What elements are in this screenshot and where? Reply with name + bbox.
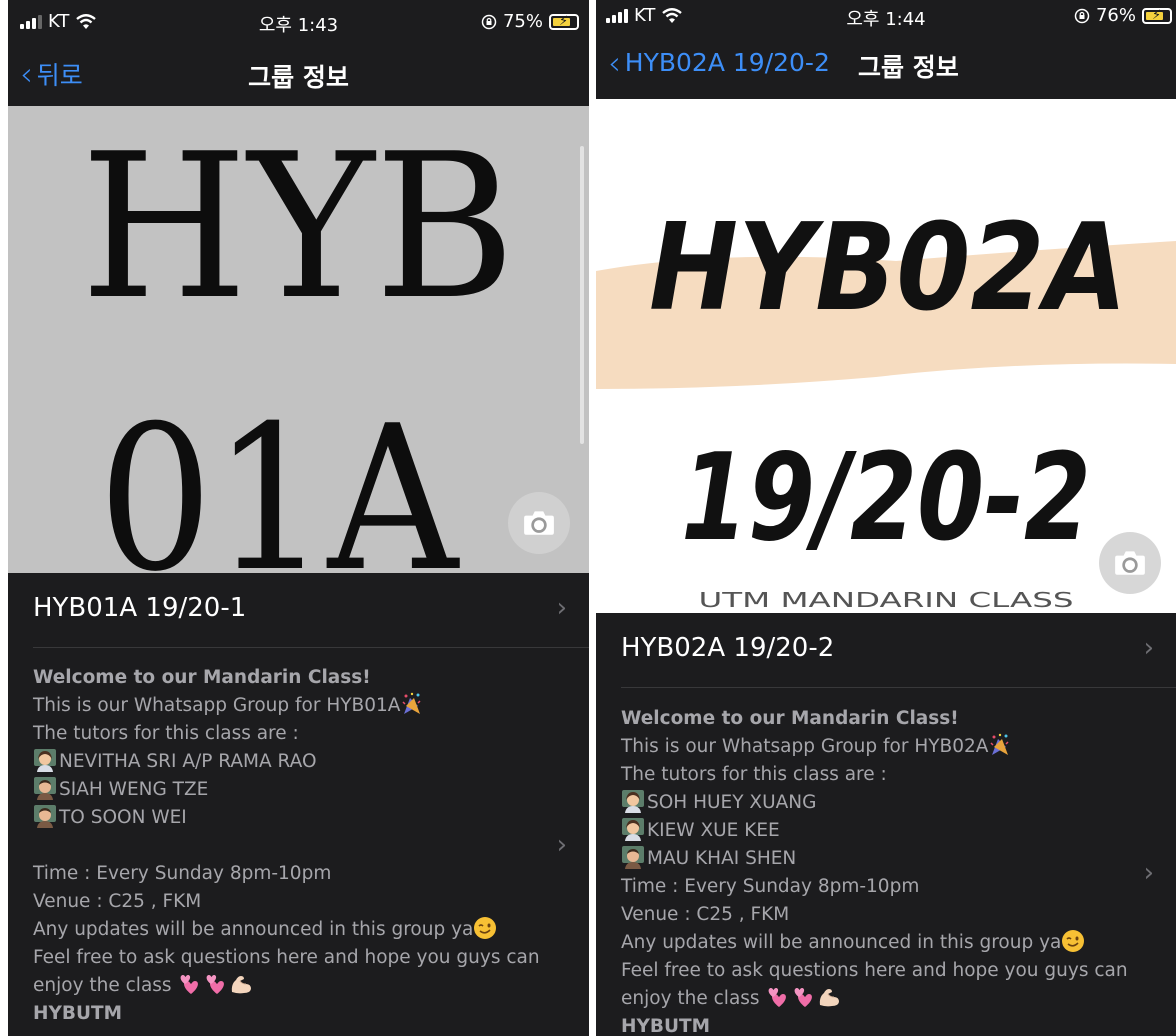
battery-icon: ⚡ (549, 13, 579, 30)
female-teacher-icon (621, 817, 645, 841)
camera-icon (1113, 549, 1147, 577)
two-hearts-icon (791, 985, 815, 1009)
group-photo[interactable]: HYB02A 19/20-2 UTM MANDARIN CLASS (596, 99, 1176, 613)
scrollbar[interactable] (580, 146, 584, 444)
tutor-line: SIAH WENG TZE (33, 776, 581, 804)
description-line: Venue : C25 , FKM (33, 891, 202, 912)
battery-percent: 75% (502, 11, 543, 32)
description-signature: HYBUTM (33, 1003, 123, 1024)
female-teacher-icon (621, 789, 645, 813)
group-photo-image: HYB 01A (81, 111, 516, 573)
group-description[interactable]: Welcome to our Mandarin Class! This is o… (33, 664, 581, 1028)
tutor-line: MAU KHAI SHEN (621, 845, 1168, 873)
description-line: Time : Every Sunday 8pm-10pm (33, 863, 332, 884)
confetti-icon (400, 692, 424, 716)
tutor-line: TO SOON WEI (33, 804, 581, 832)
winking-face-icon (473, 916, 497, 940)
battery-percent: 76% (1095, 5, 1136, 26)
photo-text-line1: HYB (81, 111, 516, 344)
male-teacher-icon (33, 804, 57, 828)
photo-text-line3: UTM MANDARIN CLASS (699, 588, 1074, 612)
description-chevron-right-icon: › (1143, 858, 1154, 888)
left-phone-screen: KT 오후 1:43 75% ⚡ ‹ 뒤로 그룹 정보 HYB 01A HYB0… (8, 0, 589, 1036)
camera-button[interactable] (1099, 532, 1161, 594)
divider (33, 647, 589, 648)
page-title: 그룹 정보 (858, 53, 959, 82)
back-label: HYB02A 19/20-2 (624, 48, 830, 77)
battery-icon: ⚡ (1142, 7, 1172, 24)
winking-face-icon (1061, 929, 1085, 953)
female-teacher-icon (33, 748, 57, 772)
status-bar: KT 오후 1:43 75% ⚡ (8, 0, 589, 44)
group-photo-image: HYB02A 19/20-2 UTM MANDARIN CLASS (596, 199, 1176, 612)
male-teacher-icon (33, 776, 57, 800)
flexed-biceps-icon (817, 985, 841, 1009)
two-hearts-icon (203, 972, 227, 996)
description-line: Feel free to ask questions here and hope… (621, 960, 1128, 981)
divider (621, 687, 1176, 688)
photo-text-line2: 19/20-2 (681, 429, 1091, 568)
tutor-line: SOH HUEY XUANG (621, 789, 1168, 817)
group-name: HYB02A 19/20-2 (621, 633, 835, 663)
chevron-right-icon: › (1143, 633, 1154, 663)
page-title: 그룹 정보 (248, 63, 349, 92)
description-heading: Welcome to our Mandarin Class! (33, 667, 371, 688)
orientation-lock-icon (1074, 8, 1090, 23)
male-teacher-icon (621, 845, 645, 869)
battery: 76% ⚡ (1074, 5, 1172, 26)
tutor-line: NEVITHA SRI A/P RAMA RAO (33, 748, 581, 776)
description-line: Time : Every Sunday 8pm-10pm (621, 876, 920, 897)
photo-text-line1: HYB02A (649, 199, 1127, 338)
description-line: Venue : C25 , FKM (621, 904, 790, 925)
battery: 75% ⚡ (481, 11, 579, 32)
description-line: Any updates will be announced in this gr… (621, 929, 1168, 957)
description-line: The tutors for this class are : (621, 764, 887, 785)
description-line: This is our Whatsapp Group for HYB02A (621, 733, 1168, 761)
description-line: Any updates will be announced in this gr… (33, 916, 581, 944)
camera-button[interactable] (508, 492, 570, 554)
orientation-lock-icon (481, 14, 497, 29)
group-name: HYB01A 19/20-1 (33, 593, 247, 623)
group-name-row[interactable]: HYB01A 19/20-1 › (8, 573, 589, 647)
group-photo[interactable]: HYB 01A (8, 106, 589, 573)
group-name-row[interactable]: HYB02A 19/20-2 › (596, 613, 1176, 687)
description-line: This is our Whatsapp Group for HYB01A (33, 692, 581, 720)
description-line: The tutors for this class are : (33, 723, 299, 744)
two-hearts-icon (177, 972, 201, 996)
chevron-right-icon: › (556, 593, 567, 623)
description-line: Feel free to ask questions here and hope… (33, 947, 540, 968)
description-line: enjoy the class (621, 985, 1168, 1013)
navigation-bar: ‹ HYB02A 19/20-2 그룹 정보 (596, 36, 1176, 98)
description-signature: HYBUTM (621, 1016, 711, 1036)
chevron-left-icon: ‹ (608, 43, 621, 82)
two-hearts-icon (765, 985, 789, 1009)
right-phone-screen: KT 오후 1:44 76% ⚡ ‹ HYB02A 19/20-2 그룹 정보 … (596, 0, 1176, 1036)
tutor-line: KIEW XUE KEE (621, 817, 1168, 845)
flexed-biceps-icon (229, 972, 253, 996)
description-heading: Welcome to our Mandarin Class! (621, 708, 959, 729)
description-line: enjoy the class (33, 972, 581, 1000)
confetti-icon (988, 733, 1012, 757)
back-button[interactable]: ‹ HYB02A 19/20-2 (608, 43, 830, 82)
description-chevron-right-icon: › (556, 830, 567, 860)
group-description[interactable]: Welcome to our Mandarin Class! This is o… (621, 705, 1168, 1036)
navigation-bar: ‹ 뒤로 그룹 정보 (8, 44, 589, 106)
camera-icon (522, 509, 556, 537)
photo-text-line2: 01A (98, 383, 460, 573)
